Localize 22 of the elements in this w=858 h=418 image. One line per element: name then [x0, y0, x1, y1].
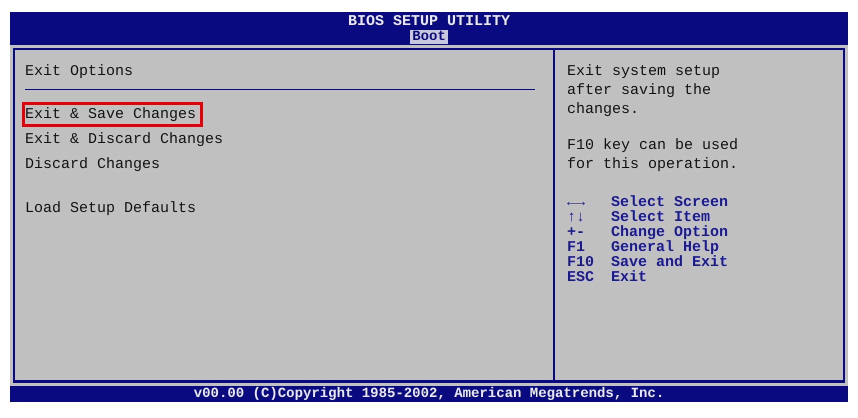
key-action: General Help — [611, 240, 720, 255]
menu-item[interactable]: Exit & Save Changes — [22, 102, 204, 127]
window-title: BIOS SETUP UTILITY — [348, 13, 510, 30]
section-heading: Exit Options — [25, 63, 535, 90]
key-action: Save and Exit — [611, 255, 728, 270]
key-action: Select Screen — [611, 195, 728, 210]
key-action: Change Option — [611, 225, 728, 240]
menu-tab[interactable]: Boot — [410, 30, 448, 44]
copyright-text: v00.00 (C)Copyright 1985-2002, American Megatrends, Inc. — [194, 386, 664, 402]
help-text: Exit system setup after saving the changes. — [567, 62, 722, 119]
key-label: F1 — [567, 240, 586, 255]
key-label: +- — [567, 225, 586, 240]
menu-item[interactable]: Exit & Discard Changes — [22, 127, 230, 152]
key-label: ↑↓ — [567, 210, 586, 225]
menu-item[interactable]: Discard Changes — [22, 152, 168, 177]
key-action: Select Item — [611, 210, 710, 225]
menu-item[interactable]: Load Setup Defaults — [22, 196, 204, 221]
help-text: F10 key can be used for this operation. — [567, 136, 740, 174]
key-label: ←→ — [567, 195, 586, 210]
key-label: F10 — [567, 255, 596, 270]
key-action: Exit — [611, 270, 648, 285]
key-label: ESC — [567, 270, 596, 285]
